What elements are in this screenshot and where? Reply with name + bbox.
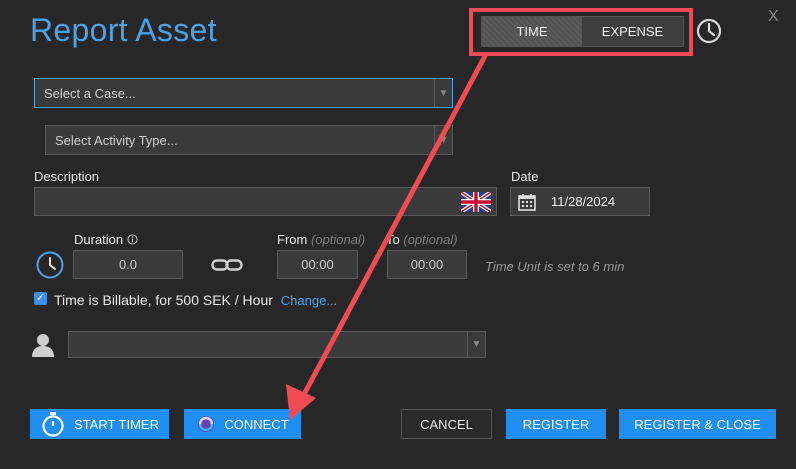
- tab-time[interactable]: TIME: [482, 17, 582, 46]
- activity-select-placeholder: Select Activity Type...: [55, 132, 178, 148]
- connect-logo-icon: [196, 414, 216, 434]
- calendar-icon[interactable]: [517, 192, 537, 212]
- uk-flag-icon[interactable]: [461, 192, 491, 212]
- start-timer-label: START TIMER: [74, 416, 159, 432]
- from-optional-hint: (optional): [310, 232, 366, 247]
- billable-checkbox[interactable]: ✓: [34, 292, 47, 305]
- date-value: 11/28/2024: [551, 194, 616, 209]
- activity-type-select[interactable]: Select Activity Type... ▼: [45, 125, 453, 155]
- link-chain-icon[interactable]: [211, 257, 243, 273]
- mode-toggle[interactable]: TIME EXPENSE: [481, 16, 684, 47]
- connect-label: CONNECT: [224, 416, 289, 432]
- change-rate-link[interactable]: Change...: [281, 293, 337, 308]
- duration-label-group: Duration: [74, 232, 138, 247]
- billable-label: Time is Billable, for 500 SEK / Hour: [54, 292, 273, 308]
- info-icon[interactable]: [127, 234, 138, 245]
- time-unit-note: Time Unit is set to 6 min: [485, 259, 625, 274]
- stopwatch-icon: [40, 411, 66, 437]
- duration-input[interactable]: 0.0: [73, 250, 183, 279]
- register-button[interactable]: REGISTER: [506, 409, 606, 439]
- chevron-down-icon: ▼: [467, 332, 485, 357]
- start-timer-button[interactable]: START TIMER: [30, 409, 169, 439]
- to-optional-hint: (optional): [403, 232, 458, 247]
- from-label-group: From (optional): [277, 232, 365, 247]
- from-time-input[interactable]: 00:00: [277, 250, 358, 279]
- history-clock-icon[interactable]: [695, 17, 723, 45]
- page-title: Report Asset: [30, 12, 217, 48]
- connect-button[interactable]: CONNECT: [184, 409, 301, 439]
- to-label-group: To (optional): [386, 232, 458, 247]
- close-button[interactable]: X: [768, 8, 779, 26]
- date-field[interactable]: 11/28/2024: [510, 187, 650, 216]
- register-close-button[interactable]: REGISTER & CLOSE: [619, 409, 776, 439]
- date-label: Date: [511, 169, 539, 184]
- duration-clock-icon: [35, 250, 65, 280]
- description-input[interactable]: [34, 187, 497, 216]
- case-select[interactable]: Select a Case... ▼: [34, 78, 453, 108]
- tab-expense[interactable]: EXPENSE: [582, 17, 683, 46]
- user-icon: [31, 332, 55, 358]
- chevron-down-icon: ▼: [434, 126, 452, 154]
- duration-label: Duration: [74, 232, 124, 247]
- description-label: Description: [34, 169, 100, 184]
- to-label: To: [386, 232, 400, 247]
- from-label: From: [277, 232, 308, 247]
- billable-row: Time is Billable, for 500 SEK / Hour Cha…: [54, 292, 337, 308]
- cancel-button[interactable]: CANCEL: [401, 409, 492, 439]
- case-select-placeholder: Select a Case...: [44, 85, 136, 101]
- user-select[interactable]: ▼: [68, 331, 486, 358]
- to-time-input[interactable]: 00:00: [387, 250, 467, 279]
- chevron-down-icon: ▼: [434, 79, 452, 107]
